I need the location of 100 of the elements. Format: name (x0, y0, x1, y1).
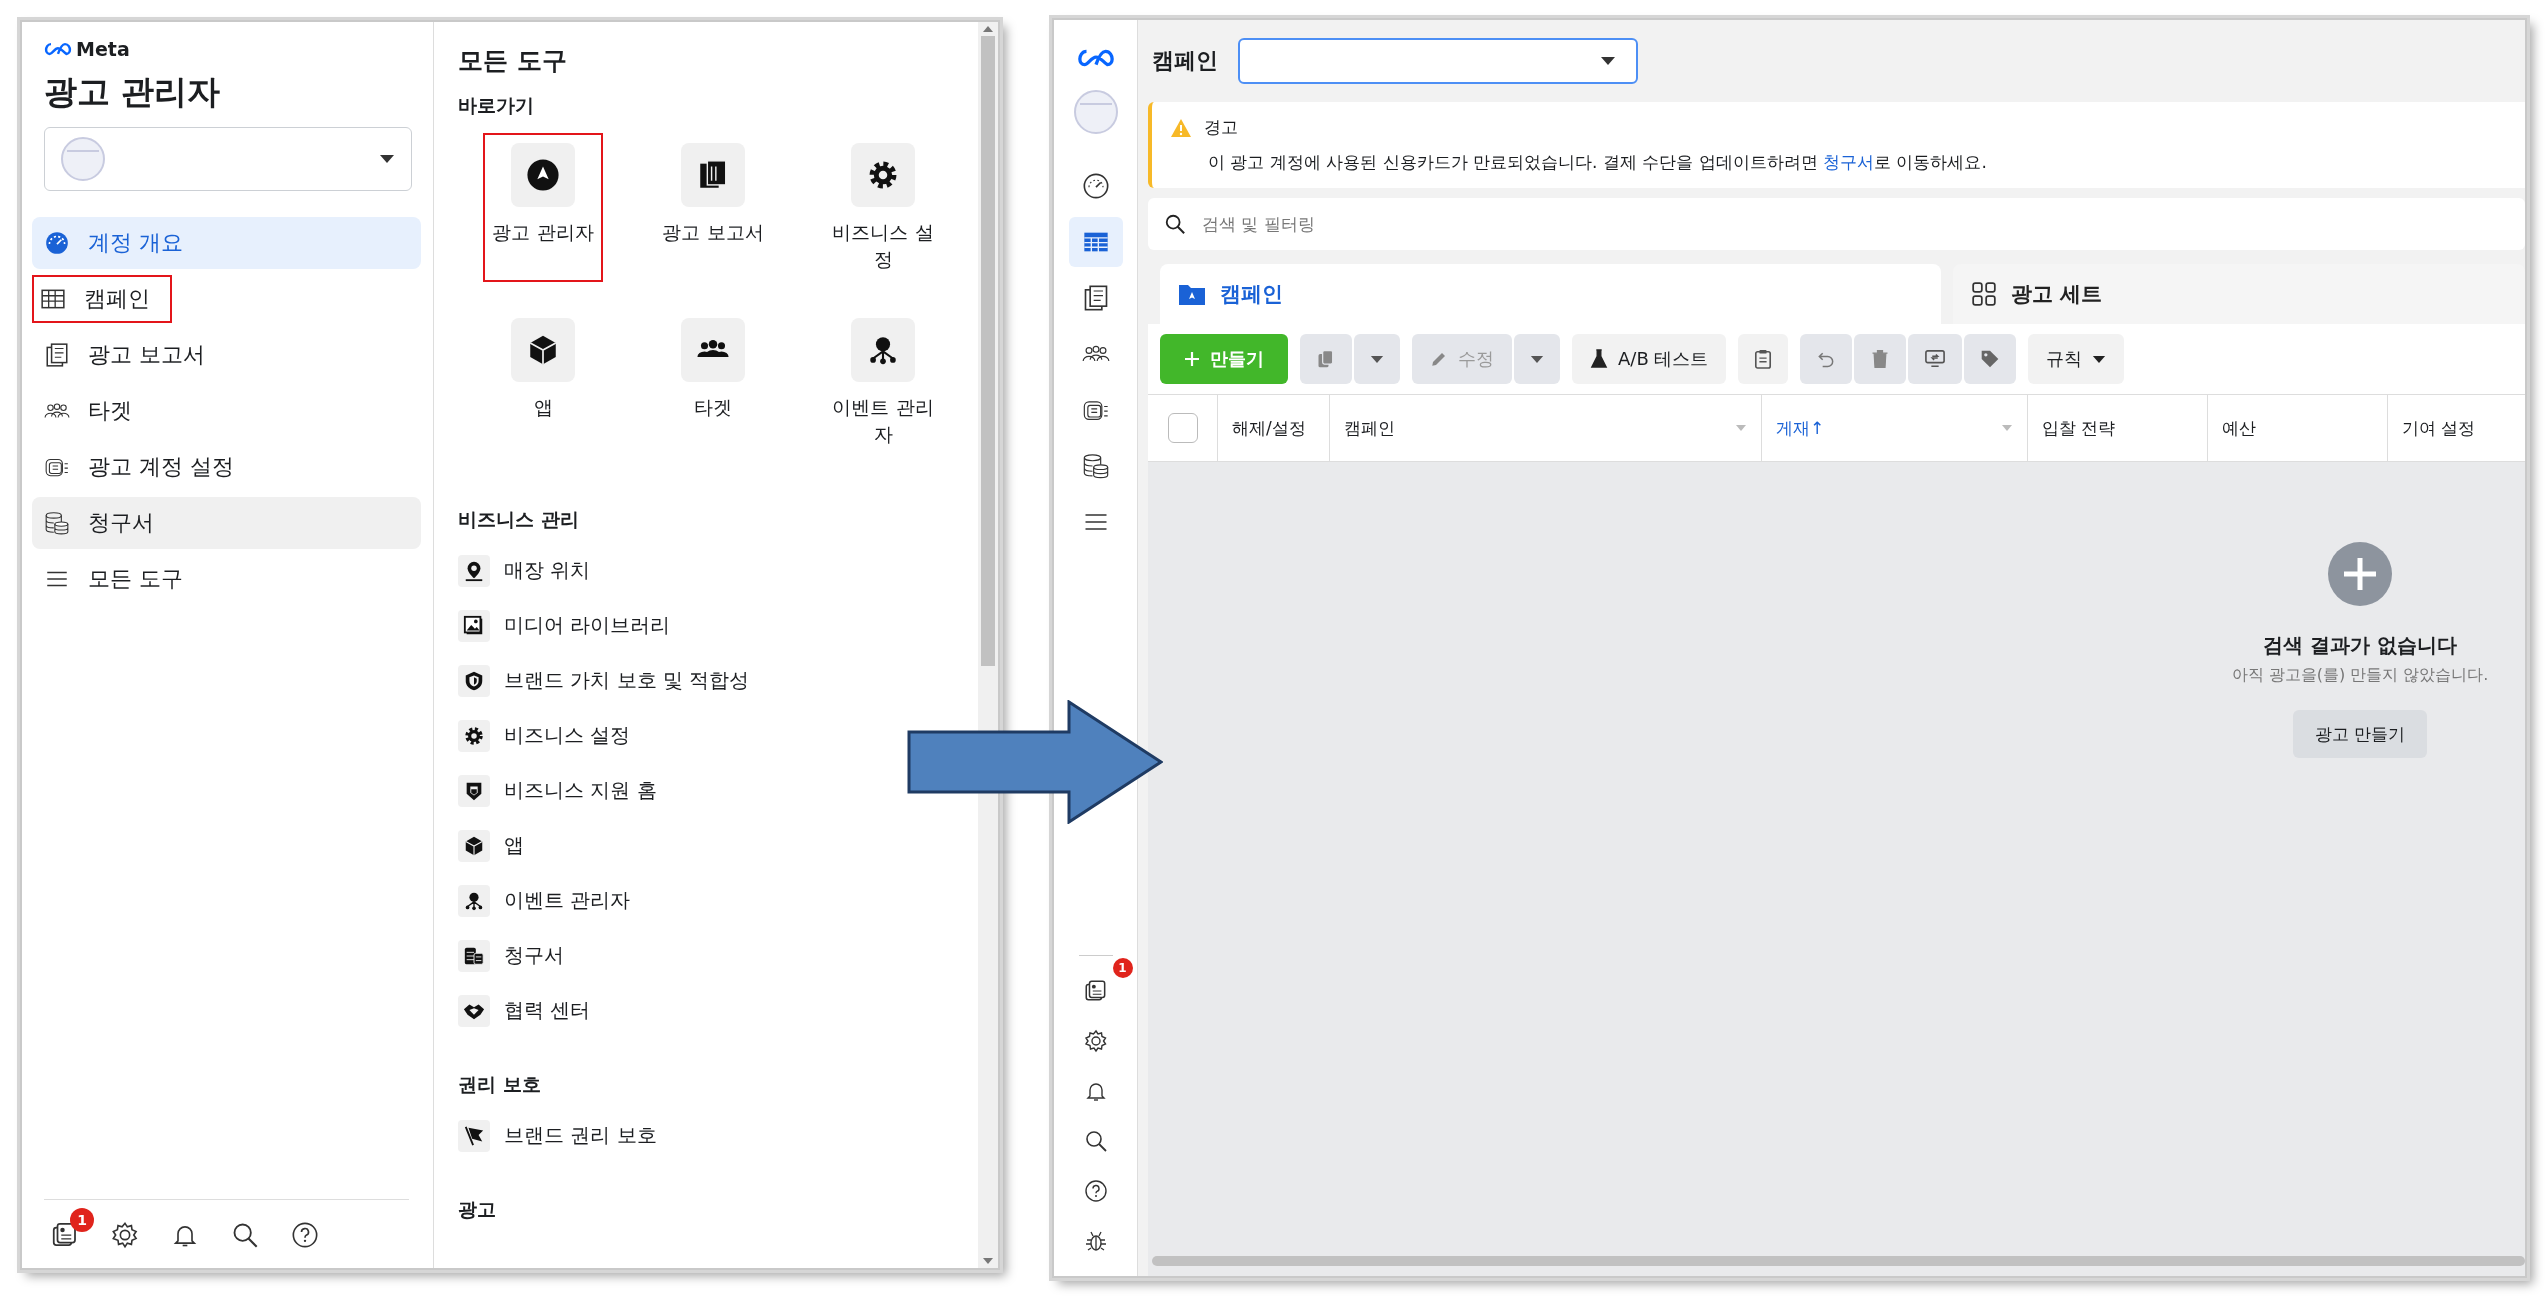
shortcut-tile[interactable]: 비즈니스 설정 (823, 133, 943, 283)
tab[interactable]: 캠페인 (1160, 264, 1942, 324)
tool-link[interactable]: 브랜드 권리 보호 (458, 1108, 657, 1164)
duplicate-button[interactable] (1300, 334, 1352, 384)
column-header[interactable]: 예산 (2208, 395, 2388, 461)
tag-icon (1980, 349, 2001, 369)
preview-button[interactable] (1908, 334, 1963, 384)
tool-link[interactable]: 협력 센터 (458, 983, 591, 1039)
panel-title: 모든 도구 (458, 45, 568, 77)
warning-message: 이 광고 계정에 사용된 신용카드가 만료되었습니다. 결제 수단을 업데이트하려면 청구서로 이동하세요. (1207, 151, 1988, 174)
flask-icon (1590, 349, 1608, 369)
column-header[interactable]: 게재↑ (1762, 395, 2028, 461)
warning-icon (1170, 117, 1192, 138)
trash-icon (1870, 349, 1891, 369)
search-icon (1083, 1129, 1108, 1153)
infinity-logo-icon (1076, 48, 1115, 68)
clipboard-button[interactable] (1738, 334, 1789, 384)
gear-icon (1083, 1029, 1108, 1053)
grid-icon (1971, 281, 1998, 307)
bug-icon (1083, 1229, 1108, 1253)
ab-test-button[interactable]: A/B 테스트 (1572, 334, 1727, 384)
sort-caret-icon (1735, 424, 1747, 432)
compass-icon (526, 158, 560, 192)
column-header[interactable]: 해제/설정 (1218, 395, 1330, 461)
nav-item[interactable]: 타겟 (32, 385, 421, 437)
caret-icon (2092, 354, 2107, 364)
tool-link[interactable]: 앱 (458, 818, 524, 874)
column-header[interactable]: 입찰 전략 (2028, 395, 2208, 461)
billing-link[interactable]: 청구서 (1823, 152, 1875, 172)
create-ad-button[interactable]: 광고 만들기 (2292, 710, 2428, 758)
search-field[interactable]: 검색 및 필터링 (1148, 198, 2525, 250)
caret-icon (1600, 56, 1616, 66)
folder-icon (1178, 282, 1206, 306)
rules-button[interactable]: 규칙 (2028, 334, 2125, 384)
caret-icon (379, 154, 395, 164)
caret-icon (1370, 354, 1384, 364)
nav-item[interactable]: 계정 개요 (32, 217, 421, 269)
empty-state-title: 검색 결과가 없습니다 (2263, 632, 2457, 659)
gauge-icon (1081, 172, 1110, 200)
help-icon (291, 1221, 319, 1249)
gauge-icon (44, 230, 70, 256)
notification-badge: 1 (1112, 958, 1133, 978)
tool-link[interactable]: 비즈니스 지원 홈 (458, 763, 657, 819)
pencil-icon (1430, 350, 1448, 368)
select-all-checkbox[interactable] (1167, 413, 1198, 443)
section-heading: 바로가기 (458, 93, 535, 118)
column-header[interactable]: 기여 설정 (2388, 395, 2525, 461)
gear-icon (463, 724, 485, 747)
shortcut-tile[interactable]: 광고 관리자 (483, 133, 603, 283)
help-button[interactable] (290, 1220, 320, 1250)
sort-caret-icon (2001, 424, 2013, 432)
page-title: 캠페인 (1152, 47, 1218, 75)
coins-icon (1081, 452, 1110, 480)
tag-button[interactable] (1964, 334, 2017, 384)
tool-link[interactable]: 청구서 (458, 928, 564, 984)
delete-button[interactable] (1854, 334, 1907, 384)
app-title: 광고 관리자 (43, 71, 222, 113)
report-icon (44, 342, 70, 368)
tool-link[interactable]: 이벤트 관리자 (458, 873, 631, 929)
scrollbar[interactable] (1152, 1256, 2525, 1266)
search-icon (1164, 213, 1186, 235)
nav-item[interactable]: 청구서 (32, 497, 421, 549)
warning-title: 경고 (1204, 116, 1238, 139)
section-heading: 비즈니스 관리 (458, 507, 580, 533)
nav-item[interactable]: 캠페인 (32, 275, 172, 323)
infinity-logo-icon (44, 42, 72, 56)
tool-link[interactable]: 매장 위치 (458, 543, 591, 599)
cube-icon (463, 834, 485, 857)
help-icon (1083, 1179, 1108, 1203)
section-heading: 광고 (458, 1197, 497, 1223)
tool-link[interactable]: 미디어 라이브러리 (458, 598, 671, 654)
plus-icon (1184, 351, 1200, 367)
shortcut-tile[interactable]: 타겟 (653, 308, 773, 458)
shortcut-tile[interactable]: 앱 (483, 308, 603, 458)
scrollbar[interactable] (978, 22, 998, 1268)
flag-icon (463, 1124, 485, 1147)
notification-badge: 1 (70, 1208, 94, 1232)
campaign-dropdown[interactable] (1238, 38, 1638, 84)
shortcut-tile[interactable]: 광고 보고서 (653, 133, 773, 283)
nav-item[interactable]: 광고 보고서 (32, 329, 421, 381)
gear-button[interactable] (110, 1220, 140, 1250)
gear-icon (111, 1221, 139, 1249)
clipboard-icon (1754, 349, 1773, 369)
empty-state-message: 아직 광고을(를) 만들지 않았습니다. (2231, 665, 2489, 686)
search-icon (231, 1221, 259, 1249)
caret-icon (1530, 354, 1544, 364)
coins-icon (44, 510, 70, 536)
swap-icon (1924, 349, 1947, 369)
map-pin-icon (463, 559, 485, 582)
column-header[interactable]: 캠페인 (1330, 395, 1762, 461)
rail-button[interactable] (1068, 217, 1123, 267)
nav-item[interactable]: 모든 도구 (32, 553, 421, 605)
section-heading: 권리 보호 (458, 1072, 542, 1098)
plus-circle-icon (2328, 542, 2392, 606)
shortcut-tile[interactable]: 이벤트 관리자 (823, 308, 943, 458)
tool-link[interactable]: 비즈니스 설정 (458, 708, 631, 764)
tool-link[interactable]: 브랜드 가치 보호 및 적합성 (458, 653, 750, 709)
nav-item[interactable]: 광고 계정 설정 (32, 441, 421, 493)
brand-name: Meta (76, 38, 130, 60)
image-icon (463, 614, 485, 637)
